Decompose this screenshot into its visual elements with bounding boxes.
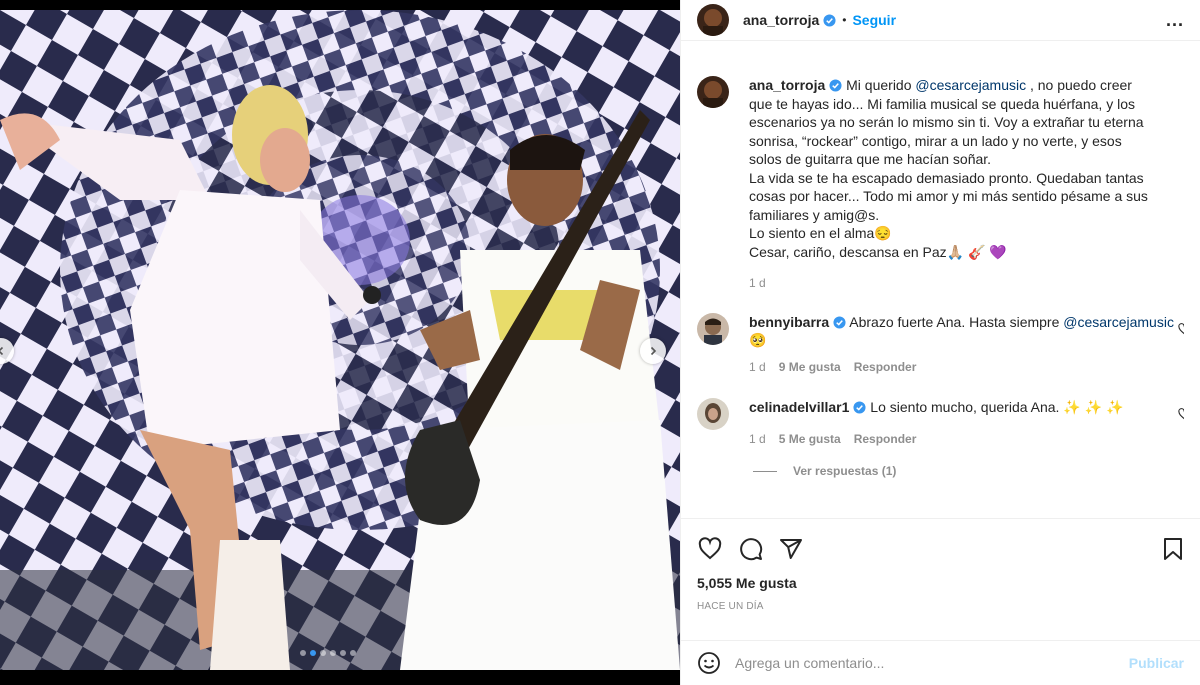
carousel-dot <box>340 650 346 656</box>
carousel-dot <box>350 650 356 656</box>
chevron-right-icon <box>650 346 657 356</box>
save-button[interactable] <box>1162 537 1184 561</box>
comment-button[interactable] <box>739 537 763 561</box>
comment-emoji: 🥺 <box>749 332 767 348</box>
reply-button[interactable]: Responder <box>854 358 917 377</box>
like-button[interactable] <box>697 537 723 561</box>
commenter-avatar[interactable] <box>697 312 729 345</box>
caption-text-start: Mi querido <box>846 77 916 93</box>
caption-username[interactable]: ana_torroja <box>749 77 825 93</box>
likes-count[interactable]: 5,055 Me gusta <box>697 575 1184 591</box>
add-comment-bar: Agrega un comentario... Publicar <box>681 640 1200 685</box>
caption-line-2: La vida se te ha escapado demasiado pron… <box>749 169 1148 223</box>
caption-time[interactable]: 1 d <box>749 274 766 293</box>
separator-bullet: • <box>842 13 847 27</box>
chevron-left-icon <box>0 346 4 356</box>
publish-button[interactable]: Publicar <box>1129 655 1184 671</box>
view-replies-button[interactable]: Ver respuestas (1) <box>753 464 1184 478</box>
carousel-dot <box>330 650 336 656</box>
bookmark-icon <box>1164 538 1182 560</box>
comment-text: Lo siento mucho, querida Ana. ✨ ✨ ✨ <box>870 399 1124 415</box>
paper-plane-icon <box>780 539 802 559</box>
commenter-avatar[interactable] <box>697 398 729 430</box>
comment-text: Abrazo fuerte Ana. Hasta siempre <box>849 313 1064 330</box>
commenter-username[interactable]: celinadelvillar1 <box>749 399 849 415</box>
comment-likes[interactable]: 5 Me gusta <box>779 430 841 449</box>
caption-line-4: Cesar, cariño, descansa en Paz🙏🏼 🎸 💜 <box>749 243 1007 260</box>
caption-mention-link[interactable]: @cesarcejamusic <box>915 77 1026 93</box>
share-button[interactable] <box>779 537 803 561</box>
commenter-username[interactable]: bennyibarra <box>749 314 829 330</box>
view-replies-label: Ver respuestas (1) <box>793 464 897 478</box>
post-timestamp[interactable]: HACE UN DÍA <box>697 601 1184 612</box>
author-username[interactable]: ana_torroja <box>743 12 819 28</box>
emoji-icon[interactable] <box>697 651 721 675</box>
comment-likes[interactable]: 9 Me gusta <box>779 358 841 377</box>
post-details-panel: ana_torroja • Seguir ... ana_torroja Mi … <box>680 0 1200 685</box>
next-image-button[interactable] <box>640 338 666 364</box>
comment-input[interactable]: Agrega un comentario... <box>735 655 1129 671</box>
concert-photo-image <box>0 10 680 670</box>
post-caption: ana_torroja Mi querido @cesarcejamusic ,… <box>697 76 1184 293</box>
verified-badge-icon <box>833 315 846 329</box>
comment-bubble-icon <box>740 538 763 561</box>
avatar-image <box>697 398 729 430</box>
carousel-dot <box>320 650 326 656</box>
comment-mention-link[interactable]: @cesarcejamusic <box>1063 314 1174 330</box>
verified-badge-icon <box>853 401 866 414</box>
reply-button[interactable]: Responder <box>854 430 917 449</box>
verified-badge-icon <box>829 79 842 92</box>
post-photo <box>0 10 680 670</box>
like-comment-heart-icon[interactable] <box>1178 408 1184 420</box>
caption-line-3: Lo siento en el alma😔 <box>749 225 892 241</box>
more-options-button[interactable]: ... <box>1166 10 1184 31</box>
post-actions: 5,055 Me gusta HACE UN DÍA <box>681 518 1200 612</box>
like-comment-heart-icon[interactable] <box>1178 322 1184 335</box>
verified-badge-icon <box>823 13 836 27</box>
avatar-image <box>697 4 729 36</box>
author-avatar[interactable] <box>697 4 729 36</box>
comment-time[interactable]: 1 d <box>749 358 766 377</box>
carousel-dot <box>300 650 306 656</box>
comment-time[interactable]: 1 d <box>749 430 766 449</box>
comments-list[interactable]: ana_torroja Mi querido @cesarcejamusic ,… <box>697 76 1184 516</box>
heart-icon <box>698 537 722 560</box>
comment-item: bennyibarra Abrazo fuerte Ana. Hasta sie… <box>697 312 1184 377</box>
avatar-image <box>697 312 729 345</box>
comment-item: celinadelvillar1 Lo siento mucho, querid… <box>697 398 1184 448</box>
avatar-image <box>697 76 729 108</box>
carousel-indicator <box>300 650 356 656</box>
post-header: ana_torroja • Seguir ... <box>681 0 1200 41</box>
follow-button[interactable]: Seguir <box>852 12 896 28</box>
divider-line <box>753 470 777 472</box>
caption-avatar[interactable] <box>697 76 729 108</box>
carousel-dot-active <box>310 650 316 656</box>
